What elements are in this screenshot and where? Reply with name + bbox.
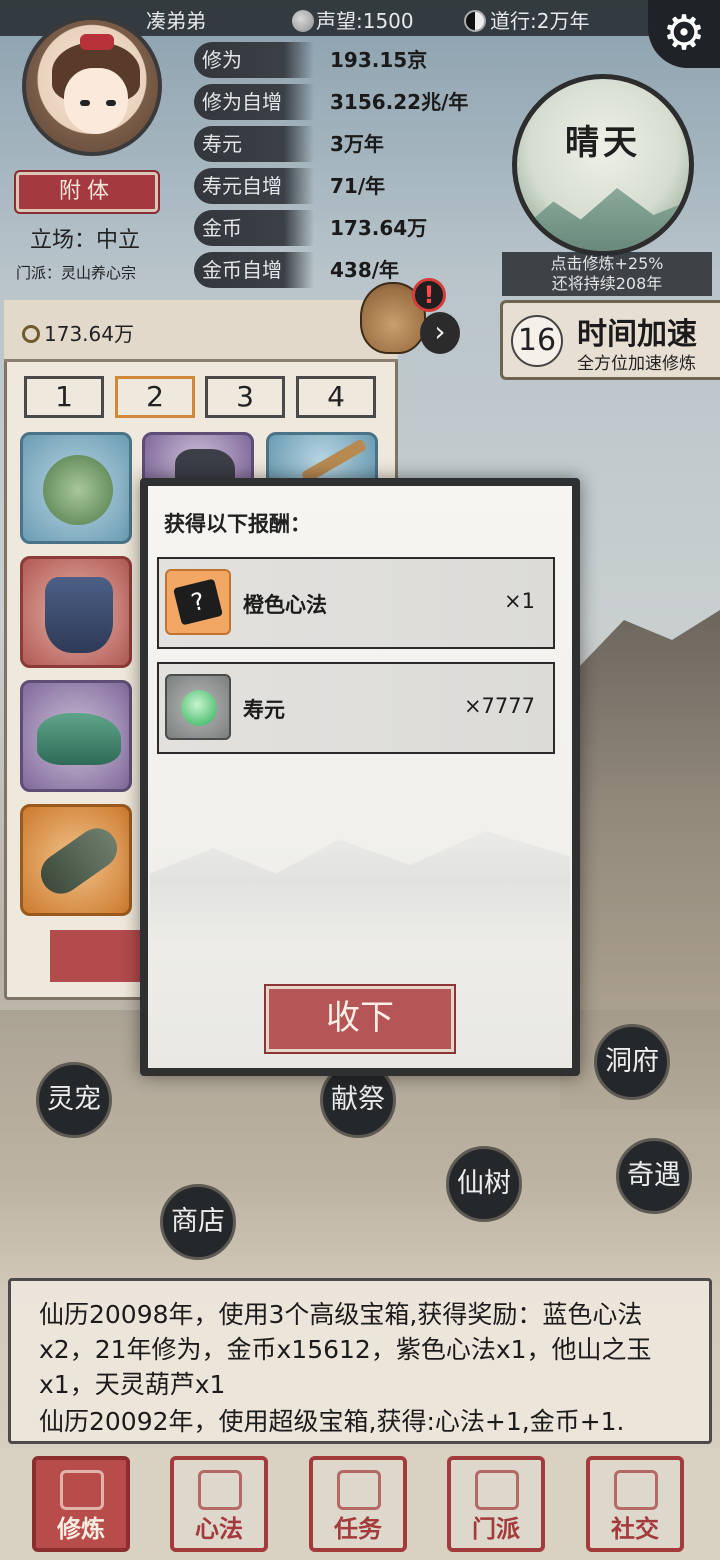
time-speedup-button[interactable]: 16 时间加速 全方位加速修炼 xyxy=(500,300,720,380)
shop-button[interactable]: 商店 xyxy=(160,1184,236,1260)
inventory-tab-2[interactable]: 2 xyxy=(115,376,195,418)
stance-label: 立场：中立 xyxy=(30,228,141,253)
inventory-slot-scroll[interactable] xyxy=(20,804,132,916)
inventory-gold: 173.64万 xyxy=(22,318,134,347)
accept-button[interactable]: 收下 xyxy=(264,984,456,1054)
alert-icon: ! xyxy=(412,278,446,312)
reward-name: 寿元 xyxy=(243,698,285,722)
jade-orb-icon xyxy=(165,674,231,740)
reward-dialog-title: 获得以下报酬： xyxy=(164,512,311,536)
reputation-coin-icon xyxy=(292,10,314,32)
stat-label-gold-rate: 金币自增 xyxy=(194,252,314,288)
log-entry: 仙历20098年，使用3个高级宝箱,获得奖励：蓝色心法x2，21年修为，金币x1… xyxy=(39,1300,652,1399)
nav-technique[interactable]: 心法 xyxy=(170,1456,268,1552)
reward-row[interactable]: ? 橙色心法 ×1 xyxy=(157,557,555,649)
mystery-book-icon: ? xyxy=(165,569,231,635)
log-entry: 仙历20092年，使用超级宝箱,获得:心法+1,金币+1. xyxy=(39,1407,625,1436)
nav-cultivate[interactable]: 修炼 xyxy=(32,1456,130,1552)
stat-value-lifespan-rate: 71/年 xyxy=(330,174,386,198)
cave-button[interactable]: 洞府 xyxy=(594,1024,670,1100)
reputation: 声望:1500 xyxy=(292,5,414,34)
chevron-right-icon[interactable]: › xyxy=(420,312,460,354)
stat-label-gold: 金币 xyxy=(194,210,314,246)
jade-beast-icon xyxy=(37,713,121,765)
question-mark-icon: ? xyxy=(173,578,223,626)
nav-cultivate-label: 修炼 xyxy=(57,1515,105,1543)
stat-label-cultivation-rate: 修为自增 xyxy=(194,84,314,120)
pet-button[interactable]: 灵宠 xyxy=(36,1062,112,1138)
avatar-eye xyxy=(106,100,116,106)
speedup-title: 时间加速 xyxy=(577,317,697,352)
attach-button[interactable]: 附体 xyxy=(14,170,160,214)
inventory-slot-ruyi[interactable] xyxy=(20,432,132,544)
stat-value-gold: 173.64万 xyxy=(330,216,428,240)
player-name: 凑弟弟 xyxy=(146,9,206,33)
weather-title: 晴天 xyxy=(565,123,641,163)
encounter-button[interactable]: 奇遇 xyxy=(616,1138,692,1214)
reward-qty: ×1 xyxy=(504,589,535,613)
people-glyph-icon xyxy=(614,1470,658,1510)
inventory-slot-censer[interactable] xyxy=(20,556,132,668)
avatar-eye xyxy=(80,100,90,106)
weather-circle[interactable]: 晴天 xyxy=(512,74,694,256)
avatar[interactable] xyxy=(22,16,162,156)
mountain-glyph-icon xyxy=(60,1470,104,1510)
reward-row[interactable]: 寿元 ×7777 xyxy=(157,662,555,754)
inventory-tab-4[interactable]: 4 xyxy=(296,376,376,418)
weather-note-line2: 还将持续208年 xyxy=(551,274,663,293)
reward-name: 橙色心法 xyxy=(243,593,327,617)
coin-icon xyxy=(22,325,40,343)
reputation-label: 声望:1500 xyxy=(316,9,414,33)
task-scroll-glyph-icon xyxy=(337,1470,381,1510)
inventory-tab-3[interactable]: 3 xyxy=(205,376,285,418)
nav-sect[interactable]: 门派 xyxy=(447,1456,545,1552)
yin-yang-icon xyxy=(464,10,486,32)
stat-label-cultivation: 修为 xyxy=(194,42,314,78)
sword-icon xyxy=(300,438,368,484)
ruyi-icon xyxy=(43,455,113,525)
inventory-slot-beast[interactable] xyxy=(20,680,132,792)
settings-gear-icon[interactable]: ⚙ xyxy=(648,0,720,68)
nav-technique-label: 心法 xyxy=(195,1515,243,1543)
weather-note: 点击修炼+25% 还将持续208年 xyxy=(502,252,712,296)
censer-icon xyxy=(45,577,113,653)
stat-value-cultivation: 193.15京 xyxy=(330,48,428,72)
immortal-tree-button[interactable]: 仙树 xyxy=(446,1146,522,1222)
daoxing: 道行:2万年 xyxy=(464,5,589,34)
weather-mountain-art xyxy=(517,188,689,251)
inventory-gold-value: 173.64万 xyxy=(44,322,134,346)
nav-tasks-label: 任务 xyxy=(334,1515,382,1543)
inventory-tab-1[interactable]: 1 xyxy=(24,376,104,418)
inventory-action-bar[interactable] xyxy=(50,930,140,982)
stat-value-lifespan: 3万年 xyxy=(330,132,384,156)
stat-label-lifespan: 寿元 xyxy=(194,126,314,162)
nav-sect-label: 门派 xyxy=(472,1515,520,1543)
speedup-subtitle: 全方位加速修炼 xyxy=(577,354,696,374)
nav-social-label: 社交 xyxy=(611,1515,659,1543)
nav-tasks[interactable]: 任务 xyxy=(309,1456,407,1552)
jade-orb-glow xyxy=(181,690,217,726)
reward-qty: ×7777 xyxy=(463,694,535,718)
avatar-face xyxy=(64,68,128,134)
scroll-glyph-icon xyxy=(198,1470,242,1510)
speedup-count: 16 xyxy=(511,315,563,367)
daoxing-label: 道行:2万年 xyxy=(490,9,590,33)
event-log[interactable]: 仙历20098年，使用3个高级宝箱,获得奖励：蓝色心法x2，21年修为，金币x1… xyxy=(8,1278,712,1444)
sect-label: 门派：灵山养心宗 xyxy=(16,264,137,282)
scroll-icon xyxy=(33,820,125,902)
nav-social[interactable]: 社交 xyxy=(586,1456,684,1552)
stat-value-cultivation-rate: 3156.22兆/年 xyxy=(330,90,469,114)
stat-label-lifespan-rate: 寿元自增 xyxy=(194,168,314,204)
weather-note-line1: 点击修炼+25% xyxy=(550,254,664,273)
gate-glyph-icon xyxy=(475,1470,519,1510)
avatar-bow xyxy=(80,34,114,50)
